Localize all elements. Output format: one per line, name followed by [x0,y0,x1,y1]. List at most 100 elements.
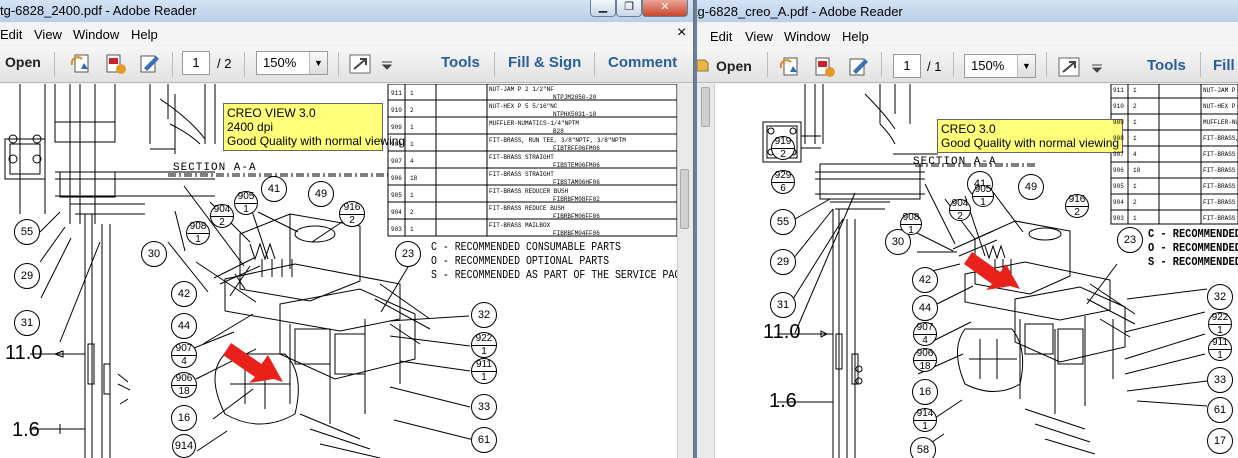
left-menu-edit[interactable]: Edit [0,27,22,42]
left-maximize-button[interactable]: ❐ [616,0,642,17]
left-parts-table: 911 1 NUT-JAM P 2 1/2"NF NTPJM2050-20 910 2 NU… [388,84,677,237]
right-zoom-select[interactable]: 150% ▼ [964,54,1036,78]
right-fit-width-icon[interactable] [1057,56,1081,78]
left-page-number-input[interactable]: 1 [182,51,210,75]
right-table-desc: FIT-BRASS, R [1203,135,1238,142]
right-table-qty: 1 [1133,119,1137,126]
left-toolbar-divider [494,52,495,77]
callout-balloon: 32 [471,302,497,328]
left-minimize-button[interactable]: ▁ [590,0,616,17]
left-note-line-2: 2400 dpi [227,120,274,134]
left-table-desc: MUFFLER-NUMATICS-1/4"NPTM [489,120,580,127]
right-menu-help[interactable]: Help [842,29,869,44]
right-table-item: 906 [1113,167,1124,174]
left-table-part: FIBSTAM06HF06 [553,179,600,186]
callout-balloon: 61 [471,427,497,453]
left-zoom-select[interactable]: 150% ▼ [256,51,328,75]
right-toolbar-divider [1200,52,1201,77]
callout-balloon: 29 [14,263,40,289]
callout-balloon: 916 2 [339,201,365,227]
left-export-pdf-icon[interactable] [104,53,128,75]
left-menu-view[interactable]: View [34,27,62,42]
left-page-total: / 2 [217,56,232,71]
right-open-folder-icon[interactable] [697,53,709,75]
left-toolbar: Open 1 / 2 150% ▼ Tools Fill & Sign Comme… [0,46,693,83]
left-toolbar-divider [338,52,339,77]
right-scroll-thumb[interactable] [701,87,710,127]
left-zoom-dropdown-icon[interactable]: ▼ [309,52,327,74]
left-section-label: SECTION A-A [173,162,257,174]
right-toolbar-divider [953,52,954,77]
callout-balloon: 31 [14,310,40,336]
left-tools-button[interactable]: Tools [441,54,480,71]
left-sign-icon[interactable] [138,53,162,75]
left-dimension-11: 11.0 [5,342,43,364]
right-table-item: 911 [1113,87,1124,94]
left-menu-bar: Edit View Window Help × [0,23,693,45]
left-table-item: 909 [391,124,402,131]
right-table-desc: MUFFLER-NUMA [1203,119,1238,126]
left-title-bar[interactable]: tg-6828_2400.pdf - Adobe Reader ▁ ❐ ✕ [0,0,693,22]
right-table-qty: 1 [1133,215,1137,222]
callout-balloon: 31 [770,292,796,318]
left-menu-help[interactable]: Help [131,27,158,42]
right-open-button[interactable]: Open [716,58,752,74]
callout-balloon: 907 4 [171,342,197,368]
right-table-qty: 1 [1133,135,1137,142]
left-toolbar-divider [54,52,55,77]
right-vertical-scrollbar[interactable] [697,84,715,458]
right-page-number-input[interactable]: 1 [893,54,921,78]
callout-balloon: 908 1 [186,221,210,245]
right-menu-view[interactable]: View [745,29,773,44]
left-table-desc: NUT-JAM P 2 1/2"NF [489,86,554,93]
right-table-qty: 1 [1133,87,1137,94]
left-table-item: 904 [391,209,402,216]
callout-balloon: 919 2 [771,136,795,160]
right-menu-window[interactable]: Window [784,29,830,44]
left-scroll-thumb[interactable] [680,169,689,229]
left-table-desc: FIT-BRASS STRAIGHT [489,171,554,178]
left-table-qty: 1 [410,226,414,233]
left-create-pdf-icon[interactable] [70,53,94,75]
callout-balloon: 906 18 [171,372,197,398]
left-reader-window: tg-6828_2400.pdf - Adobe Reader ▁ ❐ ✕ Ed… [0,0,694,458]
left-table-item: 906 [391,175,402,182]
right-create-pdf-icon[interactable] [779,56,803,78]
callout-balloon: 49 [308,181,334,207]
left-quality-note: CREO VIEW 3.0 2400 dpi Good Quality with… [223,103,405,151]
left-vertical-scrollbar[interactable] [677,84,693,458]
left-window-close-button[interactable]: ✕ [642,0,688,17]
right-title-bar[interactable]: ltg-6828_creo_A.pdf - Adobe Reader [697,0,1238,22]
callout-balloon: 42 [912,267,938,293]
right-fill-button[interactable]: Fill [1213,57,1235,74]
left-table-part: FIBRBFM08FF02 [553,196,600,203]
right-document-pane[interactable]: CREO 3.0 Good Quality with normal viewin… [715,84,1238,458]
left-table-part: NTPHX5031-18 [553,111,597,118]
callout-balloon: 55 [14,219,40,245]
left-fit-width-icon[interactable] [348,53,372,75]
left-table-qty: 1 [410,90,414,97]
left-menu-window[interactable]: Window [73,27,119,42]
right-export-pdf-icon[interactable] [813,56,837,78]
right-sign-icon[interactable] [847,56,871,78]
left-comment-button[interactable]: Comment [608,54,677,71]
right-legend-line: O - RECOMMENDED O [1148,241,1238,255]
left-legend-line: O - RECOMMENDED OPTIONAL PARTS [431,255,610,268]
left-fill-sign-button[interactable]: Fill & Sign [508,54,581,71]
left-table-desc: FIT-BRASS REDUCE BUSH [489,205,565,212]
left-doc-close-button[interactable]: × [677,24,686,42]
left-document-pane[interactable]: CREO VIEW 3.0 2400 dpi Good Quality with… [0,84,677,458]
right-zoom-dropdown-icon[interactable]: ▼ [1017,55,1035,77]
right-table-item: 909 [1113,119,1124,126]
right-table-item: 903 [1113,215,1124,222]
left-table-part: NTPJM2050-20 [553,94,597,101]
left-legend-line: C - RECOMMENDED CONSUMABLE PARTS [431,241,621,254]
left-toolbar-expand-icon[interactable] [380,53,394,75]
right-table-desc: NUT-JAM P [1203,87,1236,94]
right-menu-edit[interactable]: Edit [710,29,732,44]
right-toolbar-expand-icon[interactable] [1090,56,1104,78]
right-toolbar: Open 1 / 1 150% ▼ Tools Fill [697,46,1238,83]
callout-balloon: 42 [171,281,197,307]
left-open-button[interactable]: Open [5,54,41,70]
right-tools-button[interactable]: Tools [1147,57,1186,74]
